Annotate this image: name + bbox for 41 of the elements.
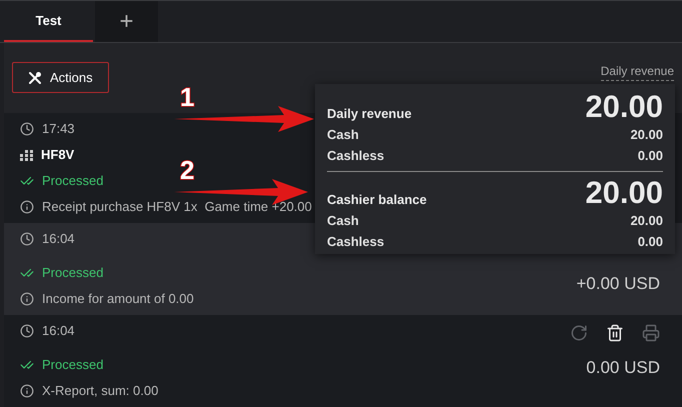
actions-button[interactable]: Actions (12, 62, 109, 93)
line-label: Cashless (327, 146, 384, 165)
double-check-icon (20, 174, 34, 188)
row-description: Income for amount of 0.00 (42, 290, 194, 308)
info-icon (20, 292, 34, 306)
trash-button[interactable] (606, 324, 624, 342)
add-tab-button[interactable]: + (95, 1, 158, 42)
line-label: Cashless (327, 232, 384, 251)
row-description: X-Report, sum: 0.00 (42, 382, 158, 400)
daily-revenue-link[interactable]: Daily revenue (600, 62, 674, 81)
section-title: Cashier balance (327, 190, 427, 208)
double-check-icon (20, 358, 34, 372)
row-description: Receipt purchase HF8V 1x Game time +20.00 (42, 198, 312, 216)
line-label: Cash (327, 126, 359, 144)
line-label: Cash (327, 212, 359, 230)
section-title: Daily revenue (327, 104, 412, 123)
grid-icon (20, 150, 33, 160)
row-amount: +0.00 USD (576, 273, 660, 295)
row-time: 16:04 (42, 230, 75, 248)
tools-icon (28, 70, 42, 84)
info-icon (20, 200, 34, 214)
line-value: 20.00 (630, 212, 663, 230)
annotation-number: 2 (180, 157, 194, 183)
clock-icon (20, 232, 34, 246)
line-value: 0.00 (638, 232, 663, 251)
line-value: 20.00 (630, 126, 663, 144)
row-amount: 0.00 USD (586, 357, 660, 379)
status-label: Processed (42, 356, 104, 374)
clock-icon (20, 122, 34, 136)
annotation-number: 1 (180, 84, 194, 110)
section-total: 20.00 (585, 176, 663, 210)
section-total: 20.00 (585, 90, 663, 124)
status-label: Processed (42, 264, 104, 282)
row-time: 17:43 (42, 120, 75, 138)
row-code: HF8V (41, 146, 74, 164)
line-value: 0.00 (638, 146, 663, 165)
clock-icon (20, 324, 34, 338)
row-time: 16:04 (42, 322, 75, 340)
double-check-icon (20, 266, 34, 280)
status-label: Processed (42, 172, 104, 190)
info-icon (20, 384, 34, 398)
